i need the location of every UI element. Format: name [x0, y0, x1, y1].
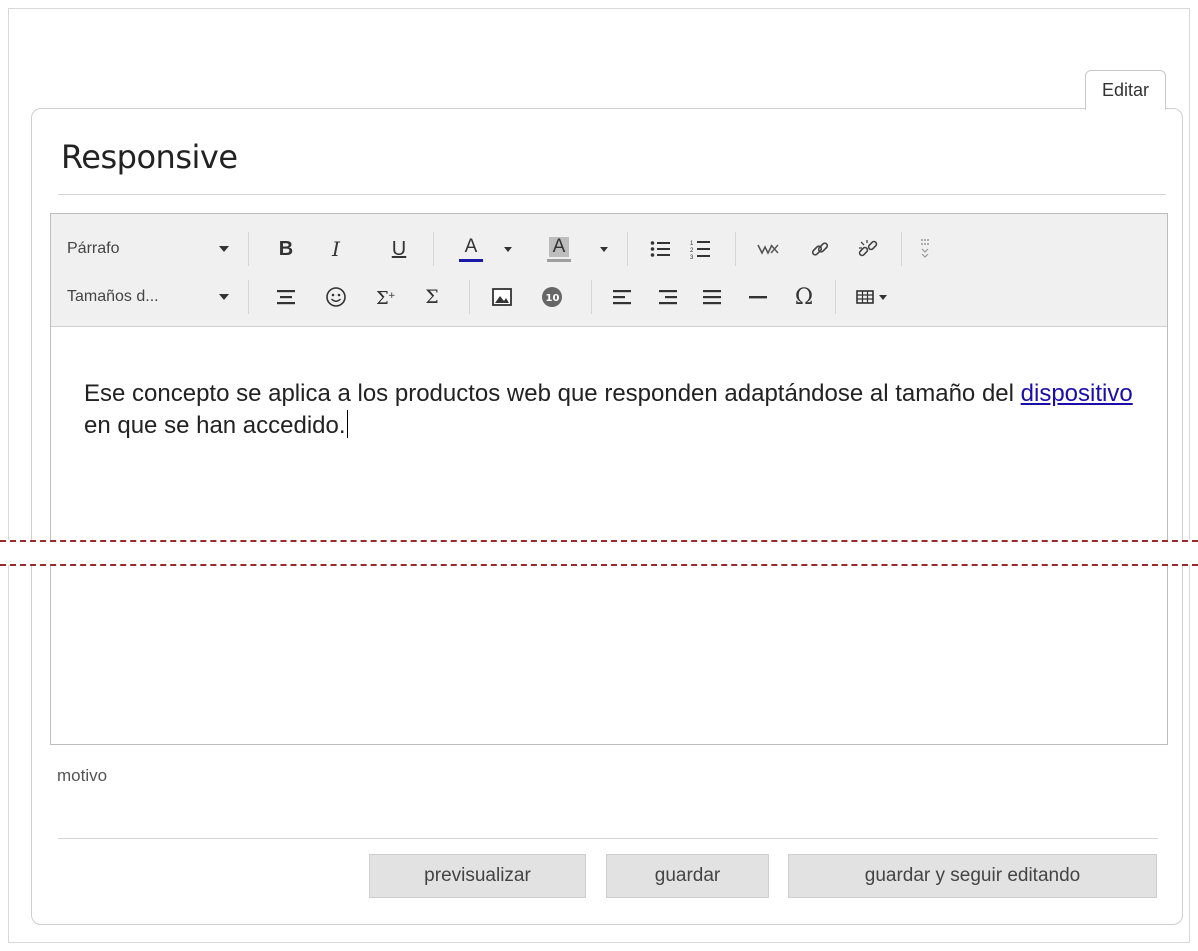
paragraph-text-after-link: en que se han accedido.: [84, 412, 346, 439]
bold-icon: B: [278, 237, 294, 260]
svg-text:3: 3: [690, 255, 694, 259]
toolbar-separator: [248, 280, 249, 314]
numbered-list-icon: 1 2 3: [690, 241, 710, 259]
background-color-icon: A: [548, 236, 570, 257]
save-button[interactable]: guardar: [606, 854, 769, 898]
smiley-icon: [326, 287, 346, 307]
align-center-icon: [277, 290, 295, 305]
title-divider: [58, 194, 1166, 195]
toolbar-separator: [469, 280, 470, 314]
toolbar-separator: [901, 232, 902, 266]
chevron-down-icon: [504, 246, 512, 252]
special-character-button[interactable]: Ω: [787, 274, 821, 320]
svg-text:1: 1: [690, 241, 694, 247]
svg-text:Σ: Σ: [376, 288, 389, 307]
bullet-list-icon: [650, 241, 670, 257]
italic-button[interactable]: I: [319, 226, 353, 272]
align-left-icon: [613, 290, 631, 305]
toolbar-row-2: Tamaños d... Σ + Σ 10 Ω: [51, 274, 1167, 320]
align-right-button[interactable]: [651, 274, 685, 320]
align-justify-button[interactable]: [695, 274, 729, 320]
cut-line-top: [0, 540, 1198, 542]
chevron-down-icon: [219, 246, 229, 252]
editor-toolbar: Párrafo B I U A A 1 2 3 Tamaños d... Σ +…: [51, 214, 1167, 327]
remove-link-button[interactable]: [851, 226, 885, 272]
toolbar-separator: [735, 232, 736, 266]
toolbar-separator: [591, 280, 592, 314]
editor-paragraph[interactable]: Ese concepto se aplica a los productos w…: [84, 378, 1144, 442]
svg-text:+: +: [388, 291, 396, 301]
emoticon-button[interactable]: [319, 274, 353, 320]
background-color-swatch: [547, 258, 571, 262]
underline-icon: U: [391, 237, 407, 260]
page-title: Responsive: [61, 138, 238, 176]
text-color-icon: A: [464, 235, 478, 257]
background-color-dropdown[interactable]: [593, 226, 615, 272]
cut-band: [0, 540, 1198, 565]
sigma-plus-icon: Σ +: [376, 288, 396, 307]
motivo-label: motivo: [57, 766, 108, 785]
toggle-toolbar-button[interactable]: [913, 226, 937, 272]
align-right-icon: [659, 290, 677, 305]
omega-icon: Ω: [794, 284, 814, 310]
format-select[interactable]: Párrafo: [67, 226, 233, 272]
sigma-button[interactable]: Σ: [415, 274, 449, 320]
align-left-button[interactable]: [605, 274, 639, 320]
horizontal-rule-button[interactable]: [741, 274, 775, 320]
horizontal-rule-icon: [749, 296, 767, 299]
text-color-swatch: [459, 258, 483, 262]
preview-button[interactable]: previsualizar: [369, 854, 586, 898]
chevron-down-icon: [219, 294, 229, 300]
paragraph-text-before-link: Ese concepto se aplica a los productos w…: [84, 380, 1021, 407]
insert-media-button[interactable]: 10: [535, 274, 569, 320]
toolbar-separator: [835, 280, 836, 314]
font-size-select[interactable]: Tamaños d...: [67, 274, 233, 320]
dispositivo-link[interactable]: dispositivo: [1021, 380, 1133, 407]
insert-table-button[interactable]: [851, 274, 891, 320]
background-color-button[interactable]: A: [541, 226, 577, 272]
link-icon: [811, 242, 829, 256]
italic-icon: I: [332, 237, 340, 261]
unlink-icon: [858, 240, 878, 257]
sigma-icon: Σ: [425, 286, 439, 308]
toolbar-separator: [627, 232, 628, 266]
font-size-select-label: Tamaños d...: [67, 288, 159, 305]
rich-text-editor: Párrafo B I U A A 1 2 3 Tamaños d... Σ +…: [50, 213, 1168, 745]
table-icon: [855, 290, 874, 304]
expand-toolbar-icon: [921, 239, 929, 258]
tab-edit[interactable]: Editar: [1085, 70, 1166, 110]
align-center-button[interactable]: [269, 274, 303, 320]
numbered-list-button[interactable]: 1 2 3: [683, 226, 717, 272]
align-justify-icon: [703, 290, 721, 305]
underline-button[interactable]: U: [382, 226, 416, 272]
clear-format-icon: [757, 244, 779, 255]
editor-content-area[interactable]: Ese concepto se aplica a los productos w…: [51, 327, 1167, 744]
text-cursor: [346, 410, 348, 438]
bullet-list-button[interactable]: [643, 226, 677, 272]
svg-text:2: 2: [690, 248, 694, 254]
toolbar-separator: [433, 232, 434, 266]
bold-button[interactable]: B: [269, 226, 303, 272]
toolbar-separator: [248, 232, 249, 266]
svg-text:10: 10: [546, 293, 560, 304]
footer-divider: [58, 838, 1158, 839]
clear-format-button[interactable]: [751, 226, 785, 272]
text-color-button[interactable]: A: [453, 226, 489, 272]
insert-image-button[interactable]: [485, 274, 519, 320]
text-color-dropdown[interactable]: [497, 226, 519, 272]
sigma-plus-button[interactable]: Σ +: [369, 274, 403, 320]
image-icon: [492, 288, 512, 306]
insert-link-button[interactable]: [803, 226, 837, 272]
media-icon: 10: [542, 287, 562, 307]
format-select-label: Párrafo: [67, 240, 120, 257]
toolbar-row-1: Párrafo B I U A A 1 2 3: [51, 226, 1167, 272]
save-and-continue-button[interactable]: guardar y seguir editando: [788, 854, 1157, 898]
chevron-down-icon: [600, 246, 608, 252]
cut-line-bottom: [0, 564, 1198, 566]
chevron-down-icon: [878, 294, 887, 300]
